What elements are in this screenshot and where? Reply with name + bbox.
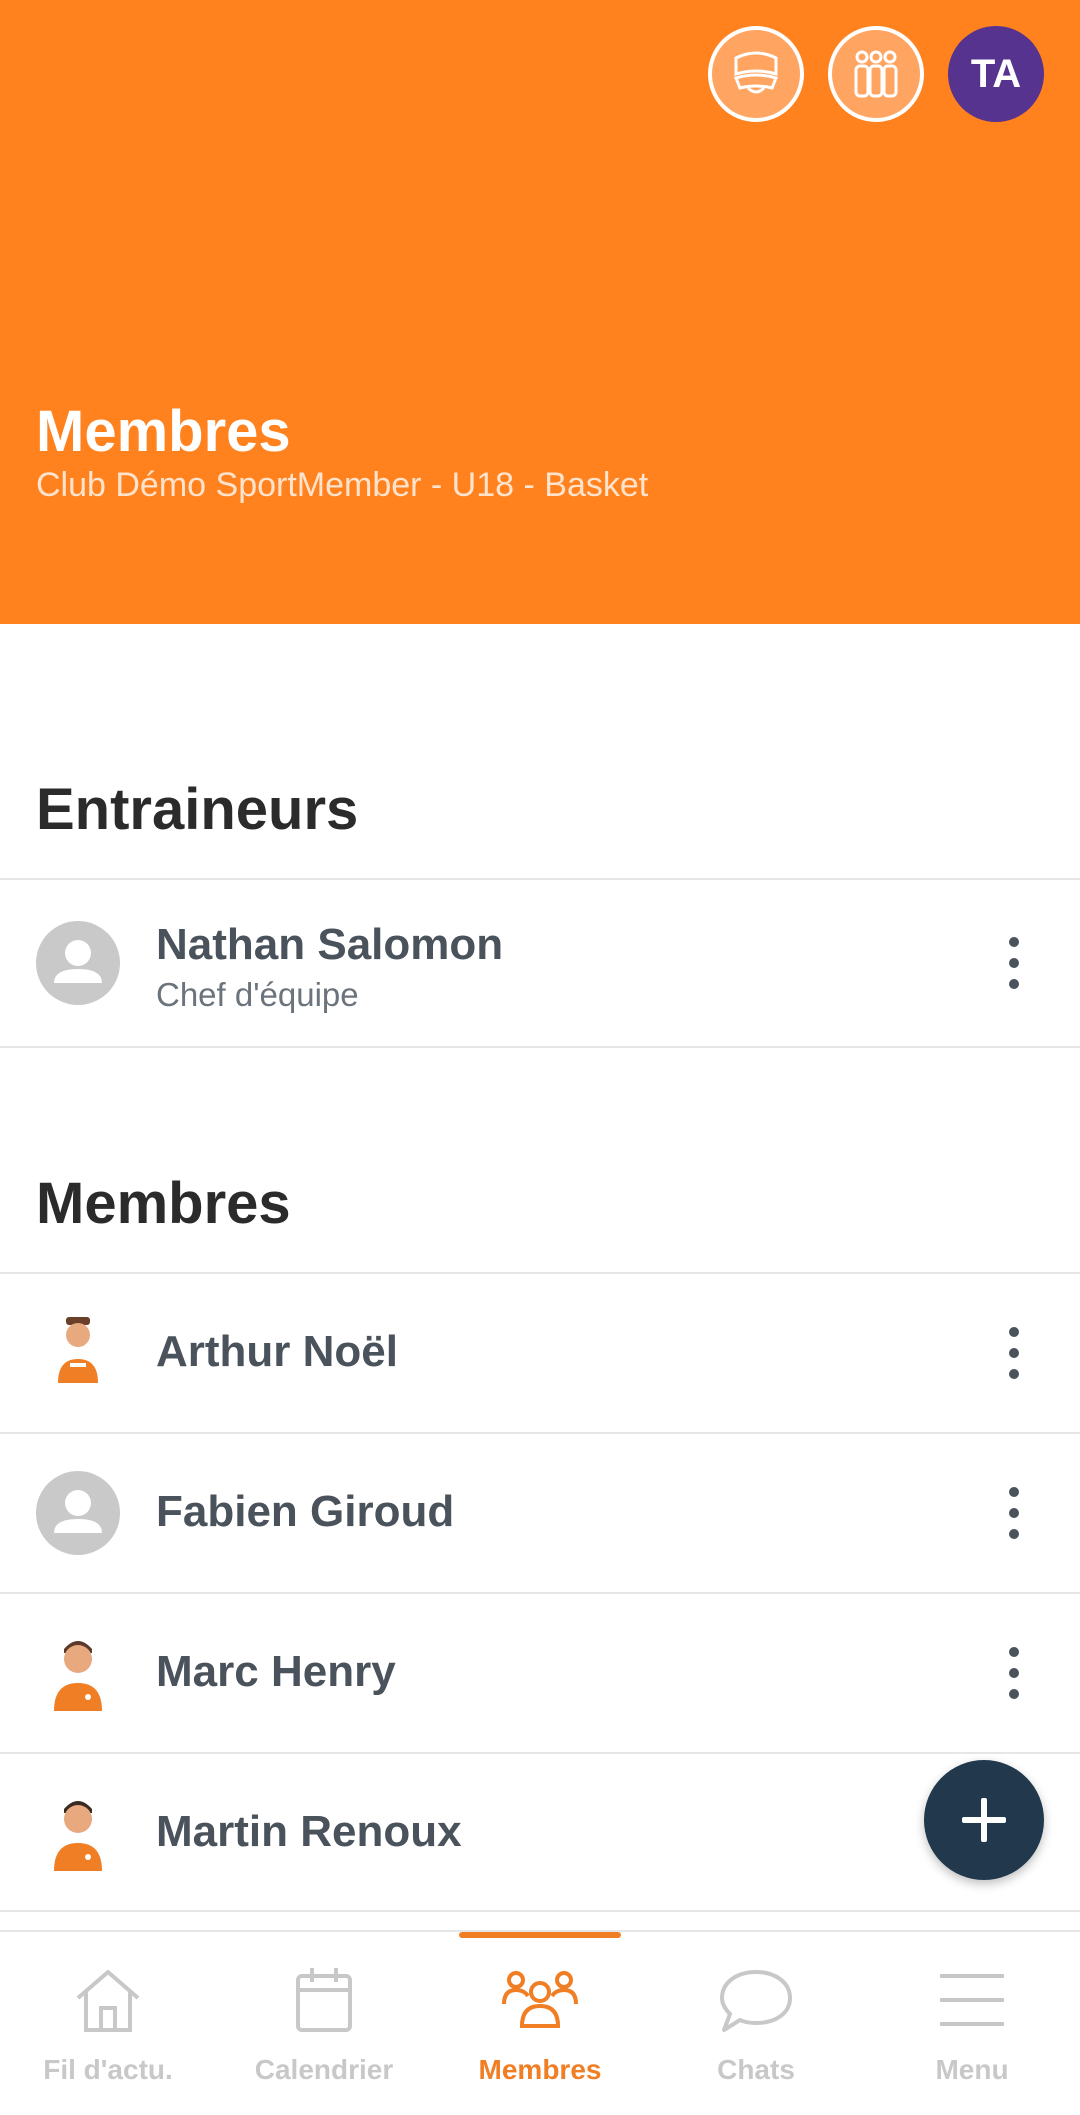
coach-name: Nathan Salomon xyxy=(156,920,504,969)
nav-item-feed[interactable]: Fil d'actu. xyxy=(0,1960,216,2090)
nav-label: Membres xyxy=(478,2054,602,2085)
header: TA Membres Club Démo SportMember - U18 -… xyxy=(0,0,1080,624)
menu-icon xyxy=(940,1974,1004,2026)
page-subtitle: Club Démo SportMember - U18 - Basket xyxy=(36,466,649,504)
coach-row[interactable]: Nathan Salomon Chef d'équipe xyxy=(0,880,1080,1046)
member-row[interactable]: Martin Renoux xyxy=(0,1754,1080,1912)
home-icon xyxy=(76,1970,140,2032)
player-avatar-icon xyxy=(54,1801,102,1871)
team-group-icon xyxy=(854,50,898,98)
team-group-button[interactable] xyxy=(828,26,924,122)
nav-label: Fil d'actu. xyxy=(43,2054,173,2085)
nav-label: Calendrier xyxy=(254,2054,394,2085)
member-name: Marc Henry xyxy=(156,1647,396,1696)
nav-label: Chats xyxy=(717,2054,795,2085)
active-tab-indicator xyxy=(459,1932,621,1938)
member-row[interactable]: Fabien Giroud xyxy=(0,1434,1080,1592)
members-icon xyxy=(502,1971,578,2028)
nav-item-members[interactable]: Membres xyxy=(432,1960,648,2090)
team-badge-button[interactable] xyxy=(708,26,804,122)
more-options-icon[interactable] xyxy=(996,933,1032,993)
plus-icon xyxy=(962,1798,1006,1842)
nav-item-calendar[interactable]: Calendrier xyxy=(216,1960,432,2090)
member-row[interactable]: Marc Henry xyxy=(0,1594,1080,1752)
default-avatar-icon xyxy=(36,1471,120,1555)
more-options-icon[interactable] xyxy=(996,1323,1032,1383)
chat-icon xyxy=(720,1970,792,2032)
member-name: Fabien Giroud xyxy=(156,1487,455,1536)
nav-item-chats[interactable]: Chats xyxy=(648,1960,864,2090)
coaches-section-title: Entraineurs xyxy=(36,777,359,842)
player-avatar-icon xyxy=(54,1641,102,1711)
more-options-icon[interactable] xyxy=(996,1643,1032,1703)
more-options-icon[interactable] xyxy=(996,1483,1032,1543)
member-name: Arthur Noël xyxy=(156,1327,398,1376)
header-actions: TA xyxy=(708,26,1044,122)
nav-item-menu[interactable]: Menu xyxy=(864,1960,1080,2090)
default-avatar-icon xyxy=(36,921,120,1005)
user-avatar[interactable]: TA xyxy=(948,26,1044,122)
calendar-icon xyxy=(296,1968,352,2032)
nav-label: Menu xyxy=(935,2054,1009,2085)
member-row[interactable]: Arthur Noël xyxy=(0,1274,1080,1432)
add-member-button[interactable] xyxy=(924,1760,1044,1880)
coach-role: Chef d'équipe xyxy=(156,976,359,1013)
page-title: Membres xyxy=(36,399,291,464)
member-name: Martin Renoux xyxy=(156,1807,462,1856)
player-avatar-icon xyxy=(58,1317,98,1383)
divider xyxy=(0,1046,1080,1048)
members-section-title: Membres xyxy=(36,1171,291,1236)
team-badge-icon xyxy=(733,51,779,94)
divider xyxy=(0,1910,1080,1912)
